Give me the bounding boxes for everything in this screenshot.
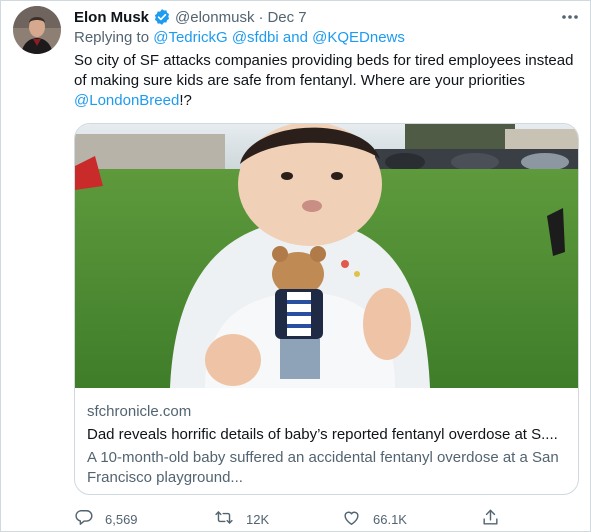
verified-badge-icon xyxy=(153,8,171,26)
card-meta: sfchronicle.com Dad reveals horrific det… xyxy=(87,402,567,488)
like-button[interactable]: 66.1K xyxy=(342,508,407,530)
separator-dot: · xyxy=(258,8,264,26)
card-domain: sfchronicle.com xyxy=(87,403,192,420)
tweet-date[interactable]: Dec 7 xyxy=(267,9,306,26)
avatar[interactable] xyxy=(13,6,61,54)
tweet-text-line-2: of making sure kids are safe from fentan… xyxy=(74,72,526,89)
tweet-text-line-1: So city of SF attacks companies providin… xyxy=(74,52,574,69)
replying-to: Replying to @TedrickG @sfdbi and @KQEDne… xyxy=(74,29,405,46)
tweet-text-line-3: @LondonBreed!? xyxy=(74,91,584,111)
tweet-container: Elon Musk @elonmusk · Dec 7 Replying to … xyxy=(0,0,591,532)
link-card[interactable]: sfchronicle.com Dad reveals horrific det… xyxy=(74,123,579,495)
reply-count: 6,569 xyxy=(105,511,138,527)
tweet-header: Elon Musk @elonmusk · Dec 7 xyxy=(74,7,307,27)
author-name[interactable]: Elon Musk xyxy=(74,9,149,26)
more-options-icon[interactable] xyxy=(559,7,581,27)
like-icon xyxy=(342,508,361,530)
reply-mention-2[interactable]: @sfdbi xyxy=(232,29,279,46)
reply-mention-1[interactable]: @TedrickG xyxy=(153,29,227,46)
text-mention[interactable]: @LondonBreed xyxy=(74,92,179,109)
tweet-text: So city of SF attacks companies providin… xyxy=(74,51,584,111)
text-tail: !? xyxy=(179,92,192,109)
retweet-count: 12K xyxy=(246,511,270,527)
retweet-icon xyxy=(214,508,234,530)
author-handle[interactable]: @elonmusk xyxy=(175,9,254,26)
share-icon xyxy=(481,508,500,530)
like-count: 66.1K xyxy=(373,511,407,527)
reply-icon xyxy=(74,508,93,530)
share-button[interactable] xyxy=(481,508,500,530)
reply-prefix: Replying to xyxy=(74,29,150,46)
reply-and[interactable]: and xyxy=(283,29,308,46)
card-title: Dad reveals horrific details of baby’s r… xyxy=(87,426,558,443)
card-image[interactable] xyxy=(75,124,578,388)
card-description: A 10-month-old baby suffered an accident… xyxy=(87,449,559,486)
retweet-button[interactable]: 12K xyxy=(214,508,269,530)
action-bar: 6,569 12K 66.1K xyxy=(74,508,504,530)
reply-mention-3[interactable]: @KQEDnews xyxy=(312,29,405,46)
reply-button[interactable]: 6,569 xyxy=(74,508,138,530)
